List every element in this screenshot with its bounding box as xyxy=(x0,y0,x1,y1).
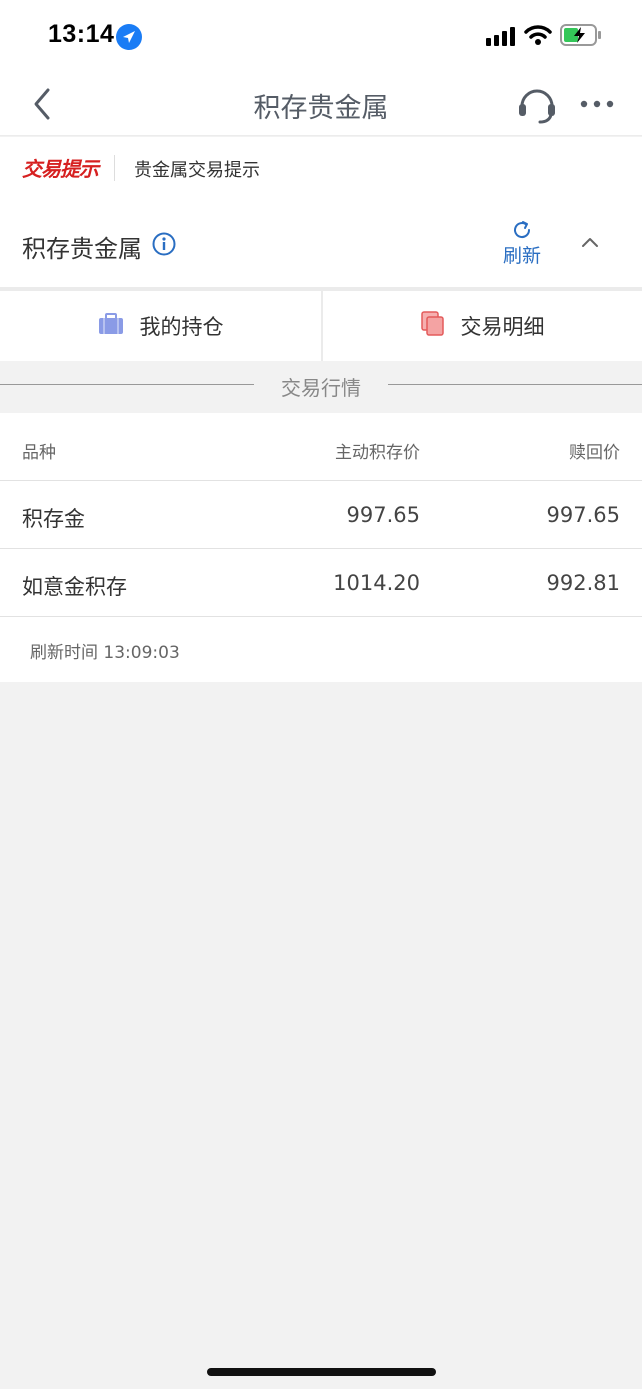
header-deposit-price: 主动积存价 xyxy=(335,443,420,463)
action-tabs: 我的持仓 交易明细 xyxy=(0,291,642,361)
header-variety: 品种 xyxy=(22,443,56,463)
tab-trade-details[interactable]: 交易明细 xyxy=(321,291,642,361)
price-table: 品种 主动积存价 赎回价 积存金 997.65 997.65 如意金积存 101… xyxy=(0,413,642,682)
tab-my-holdings[interactable]: 我的持仓 xyxy=(0,291,321,361)
table-row[interactable]: 如意金积存 1014.20 992.81 xyxy=(0,549,642,617)
market-section-divider: 交易行情 xyxy=(0,361,642,413)
divider-line-right xyxy=(388,384,642,385)
wifi-icon xyxy=(524,24,552,46)
trade-notice-bar[interactable]: 交易提示 贵金属交易提示 xyxy=(0,137,642,199)
notice-text[interactable]: 贵金属交易提示 xyxy=(134,156,260,182)
notice-divider xyxy=(114,155,115,181)
row-redeem-price: 992.81 xyxy=(546,571,620,595)
status-time: 13:14 xyxy=(48,20,115,48)
refresh-button[interactable]: 刷新 xyxy=(494,219,550,269)
chevron-up-icon[interactable] xyxy=(578,231,602,253)
row-deposit-price: 1014.20 xyxy=(333,571,420,595)
row-redeem-price: 997.65 xyxy=(546,503,620,527)
notice-tag: 交易提示 xyxy=(22,157,99,181)
cellular-signal-icon xyxy=(486,26,518,46)
row-deposit-price: 997.65 xyxy=(346,503,420,527)
copy-icon xyxy=(420,310,445,342)
section-header: 积存贵金属 刷新 xyxy=(0,199,642,287)
status-bar: 13:14 xyxy=(0,0,642,72)
refresh-label: 刷新 xyxy=(502,245,541,267)
tab-trade-details-label: 交易明细 xyxy=(460,315,545,339)
refresh-icon xyxy=(514,221,531,239)
row-name: 如意金积存 xyxy=(22,575,127,599)
battery-charging-icon xyxy=(560,24,602,46)
market-label: 交易行情 xyxy=(281,376,361,400)
info-icon[interactable] xyxy=(152,232,176,256)
tab-my-holdings-label: 我的持仓 xyxy=(139,315,224,339)
section-title: 积存贵金属 xyxy=(22,235,142,263)
nav-bar: 积存贵金属 xyxy=(0,72,642,136)
briefcase-icon xyxy=(98,312,124,340)
home-indicator[interactable] xyxy=(207,1368,436,1376)
table-row[interactable]: 积存金 997.65 997.65 xyxy=(0,481,642,549)
refresh-time-row: 刷新时间 13:09:03 xyxy=(0,617,642,682)
table-header: 品种 主动积存价 赎回价 xyxy=(0,413,642,481)
customer-service-icon[interactable] xyxy=(516,84,558,124)
row-name: 积存金 xyxy=(22,507,85,531)
header-redeem-price: 赎回价 xyxy=(569,443,620,463)
refresh-time: 刷新时间 13:09:03 xyxy=(30,643,180,663)
location-icon xyxy=(116,24,142,50)
more-options-icon[interactable] xyxy=(578,90,616,118)
